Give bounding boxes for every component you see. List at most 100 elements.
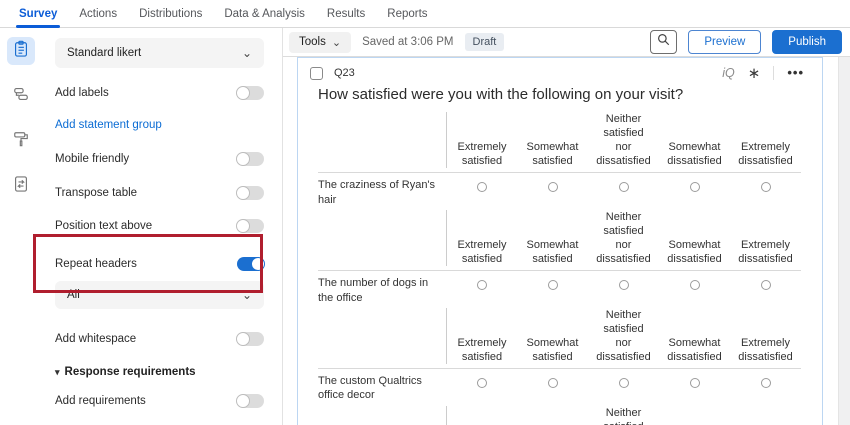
scale-label: Extremely dissatisfied	[730, 336, 801, 364]
survey-flow-button[interactable]	[7, 82, 35, 110]
document-arrows-icon	[11, 174, 31, 199]
scale-label: Neither satisfied nor dissatisfied	[588, 112, 659, 168]
add-statement-group-link[interactable]: Add statement group	[55, 119, 162, 131]
star-asterisk-icon[interactable]: ∗	[748, 66, 761, 81]
nav-tab-distributions[interactable]: Distributions	[128, 0, 213, 28]
add-labels-label: Add labels	[55, 87, 109, 99]
scale-label: Neither satisfied nor dissatisfied	[588, 406, 659, 425]
question-card[interactable]: Q23 iQ ∗ ••• How satisfied were you with…	[297, 57, 823, 425]
question-type-value: Standard likert	[67, 47, 141, 59]
iq-icon[interactable]: iQ	[722, 66, 735, 80]
radio-option[interactable]	[548, 182, 558, 192]
scale-label: Extremely dissatisfied	[730, 238, 801, 266]
add-requirements-label: Add requirements	[55, 395, 146, 407]
radio-option[interactable]	[761, 280, 771, 290]
repeat-headers-toggle[interactable]	[237, 257, 264, 271]
scale-label: Extremely satisfied	[446, 112, 517, 168]
search-button[interactable]	[650, 30, 677, 54]
tools-button[interactable]: Tools ⌄	[289, 32, 351, 53]
response-requirements-section[interactable]: ▾ Response requirements	[55, 366, 264, 378]
scale-label: Somewhat satisfied	[517, 336, 588, 364]
position-text-above-label: Position text above	[55, 220, 152, 232]
tools-label: Tools	[299, 36, 326, 48]
scale-label: Extremely satisfied	[446, 406, 517, 425]
scale-label: Extremely dissatisfied	[730, 140, 801, 168]
publish-button[interactable]: Publish	[772, 30, 842, 54]
matrix-row: The craziness of Ryan's hair	[318, 173, 801, 210]
nav-tab-data-analysis[interactable]: Data & Analysis	[213, 0, 316, 28]
radio-option[interactable]	[477, 182, 487, 192]
repeat-headers-label: Repeat headers	[55, 258, 137, 270]
matrix-table: Extremely satisfiedSomewhat satisfiedNei…	[318, 112, 801, 425]
draft-badge: Draft	[465, 33, 505, 51]
add-whitespace-toggle[interactable]	[237, 332, 264, 346]
scale-label: Somewhat satisfied	[517, 140, 588, 168]
add-labels-toggle[interactable]	[237, 86, 264, 100]
editor-toolbar: Tools ⌄ Saved at 3:06 PM Draft Preview P…	[283, 28, 850, 57]
response-requirements-label: Response requirements	[65, 366, 196, 378]
radio-option[interactable]	[619, 378, 629, 388]
matrix-scale-header: Extremely satisfiedSomewhat satisfiedNei…	[318, 210, 801, 271]
chevron-down-icon: ⌄	[242, 47, 252, 59]
statement-label[interactable]: The custom Qualtrics office decor	[318, 372, 446, 403]
scale-label: Somewhat dissatisfied	[659, 336, 730, 364]
scale-label: Extremely satisfied	[446, 210, 517, 266]
more-options-icon[interactable]: •••	[787, 70, 804, 77]
radio-option[interactable]	[619, 182, 629, 192]
editor-main: Tools ⌄ Saved at 3:06 PM Draft Preview P…	[283, 28, 850, 425]
chevron-down-icon: ⌄	[332, 36, 341, 49]
question-header: Q23 iQ ∗ •••	[310, 64, 810, 82]
position-text-above-toggle[interactable]	[237, 219, 264, 233]
nav-tab-reports[interactable]: Reports	[376, 0, 438, 28]
matrix-scale-header: Extremely satisfiedSomewhat satisfiedNei…	[318, 308, 801, 369]
question-type-select[interactable]: Standard likert ⌄	[55, 38, 264, 68]
mobile-friendly-toggle[interactable]	[237, 152, 264, 166]
matrix-scale-header: Extremely satisfiedSomewhat satisfiedNei…	[318, 406, 801, 425]
scale-label: Extremely satisfied	[446, 308, 517, 364]
radio-option[interactable]	[761, 182, 771, 192]
preview-button[interactable]: Preview	[688, 30, 761, 54]
scale-label: Somewhat dissatisfied	[659, 238, 730, 266]
mobile-friendly-label: Mobile friendly	[55, 153, 129, 165]
radio-option[interactable]	[690, 280, 700, 290]
nav-tab-survey[interactable]: Survey	[8, 0, 68, 28]
radio-option[interactable]	[619, 280, 629, 290]
paint-roller-icon	[11, 129, 31, 154]
statement-label[interactable]: The craziness of Ryan's hair	[318, 176, 446, 207]
transpose-table-toggle[interactable]	[237, 186, 264, 200]
saved-status: Saved at 3:06 PM	[362, 36, 453, 48]
question-checkbox[interactable]	[310, 67, 323, 80]
nav-tab-results[interactable]: Results	[316, 0, 376, 28]
divider	[773, 66, 774, 80]
radio-option[interactable]	[477, 280, 487, 290]
radio-option[interactable]	[690, 182, 700, 192]
search-icon	[656, 32, 671, 52]
repeat-headers-select[interactable]: All ⌄	[55, 281, 264, 309]
survey-options-button[interactable]	[7, 172, 35, 200]
scale-label: Neither satisfied nor dissatisfied	[588, 210, 659, 266]
radio-option[interactable]	[690, 378, 700, 388]
matrix-row: The custom Qualtrics office decor	[318, 369, 801, 406]
radio-option[interactable]	[477, 378, 487, 388]
collapse-triangle-icon: ▾	[55, 367, 60, 377]
nav-tab-actions[interactable]: Actions	[68, 0, 128, 28]
question-text[interactable]: How satisfied were you with the followin…	[318, 86, 810, 103]
question-id: Q23	[334, 67, 355, 79]
chevron-down-icon: ⌄	[242, 289, 252, 301]
radio-option[interactable]	[548, 280, 558, 290]
statement-label[interactable]: The number of dogs in the office	[318, 274, 446, 305]
add-requirements-toggle[interactable]	[237, 394, 264, 408]
survey-builder-button[interactable]	[7, 37, 35, 65]
matrix-scale-header: Extremely satisfiedSomewhat satisfiedNei…	[318, 112, 801, 173]
left-icon-rail	[0, 28, 42, 425]
survey-canvas: Q23 iQ ∗ ••• How satisfied were you with…	[283, 57, 850, 425]
radio-option[interactable]	[761, 378, 771, 388]
top-nav: Survey Actions Distributions Data & Anal…	[0, 0, 850, 28]
radio-option[interactable]	[548, 378, 558, 388]
matrix-row: The number of dogs in the office	[318, 271, 801, 308]
scale-label: Somewhat dissatisfied	[659, 140, 730, 168]
add-whitespace-label: Add whitespace	[55, 333, 136, 345]
scale-label: Neither satisfied nor dissatisfied	[588, 308, 659, 364]
look-and-feel-button[interactable]	[7, 127, 35, 155]
canvas-scroll-gutter	[838, 57, 850, 425]
